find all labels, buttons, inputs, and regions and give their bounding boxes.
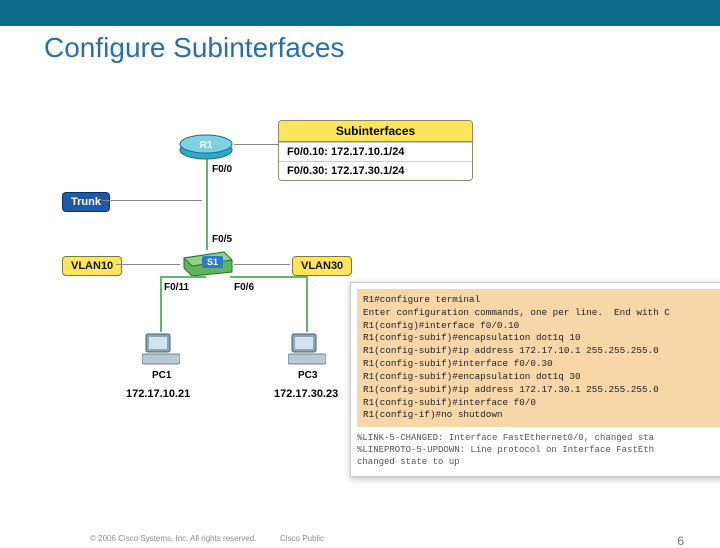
cli-line: R1(config-subif)#encapsulation dot1q 10 [363,332,581,343]
footer-page-number: 6 [677,534,684,548]
cli-line: R1(config-subif)#encapsulation dot1q 30 [363,371,581,382]
cli-terminal: R1#configure terminal Enter configuratio… [350,282,720,477]
subinterfaces-table: Subinterfaces F0/0.10: 172.17.10.1/24 F0… [278,120,473,181]
vlan10-badge: VLAN10 [62,256,122,276]
trunk-badge: Trunk [62,192,110,212]
footer-classification: Cisco Public [280,534,324,543]
vlan30-connector [234,264,290,265]
cli-sys-line: %LINK-5-CHANGED: Interface FastEthernet0… [357,433,654,443]
footer-copyright: © 2006 Cisco Systems, Inc. All rights re… [90,534,256,543]
link-s1-pc3-h [230,276,306,278]
pc3-icon [288,332,326,366]
vlan10-connector [116,264,180,265]
pc3-ip: 172.17.30.23 [274,388,338,400]
cli-body: R1#configure terminal Enter configuratio… [357,289,720,427]
link-s1-pc1-h [160,276,206,278]
subinterface-row-2: F0/0.30: 172.17.30.1/24 [279,161,472,180]
cli-line: R1(config)#interface f0/0.10 [363,320,519,331]
port-s1-pc1: F0/11 [164,282,189,293]
cli-sys-line: %LINEPROTO-5-UPDOWN: Line protocol on In… [357,445,654,455]
cli-line: R1(config-subif)#interface f0/0.30 [363,358,553,369]
port-s1-pc3: F0/6 [234,282,254,293]
link-s1-pc1-v [160,276,162,332]
cli-line: R1#configure terminal [363,294,480,305]
cli-syslog: %LINK-5-CHANGED: Interface FastEthernet0… [357,433,720,468]
cli-line: R1(config-subif)#ip address 172.17.10.1 … [363,345,659,356]
cli-line: R1(config-if)#no shutdown [363,409,502,420]
link-r1-s1 [206,158,208,250]
pc1-ip: 172.17.10.21 [126,388,190,400]
cli-sys-line: changed state to up [357,457,460,467]
pc1-icon [142,332,180,366]
port-r1: F0/0 [212,164,232,175]
top-blue-bar [0,0,720,26]
cli-line: Enter configuration commands, one per li… [363,307,670,318]
port-s1-up: F0/5 [212,234,232,245]
vlan30-badge: VLAN30 [292,256,352,276]
pc1-label: PC1 [152,370,171,381]
router-icon: R1 [178,130,234,160]
subif-connector [234,144,278,145]
subinterface-row-1: F0/0.10: 172.17.10.1/24 [279,142,472,161]
cli-line: R1(config-subif)#interface f0/0 [363,397,536,408]
pc3-label: PC3 [298,370,317,381]
page-title: Configure Subinterfaces [0,26,720,64]
subinterfaces-header: Subinterfaces [279,121,472,142]
svg-text:R1: R1 [200,140,213,151]
switch-label: S1 [202,256,223,268]
trunk-connector [102,200,202,201]
diagram-canvas: Subinterfaces F0/0.10: 172.17.10.1/24 F0… [30,100,690,500]
link-s1-pc3-v [306,276,308,332]
cli-line: R1(config-subif)#ip address 172.17.30.1 … [363,384,659,395]
